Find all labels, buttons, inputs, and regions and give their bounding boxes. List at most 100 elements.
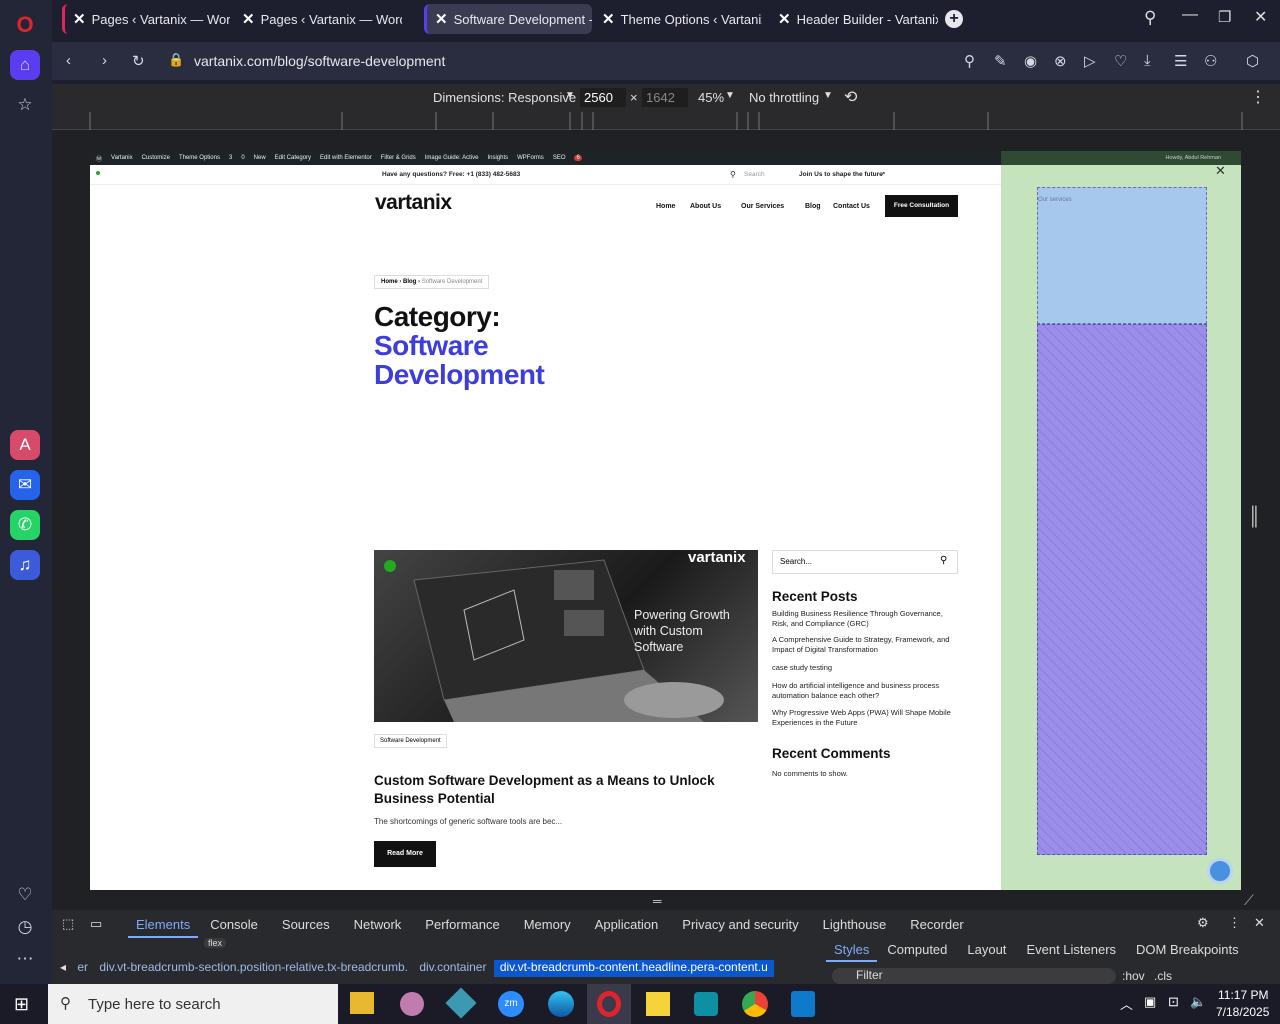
camera-icon[interactable]: ◉	[1024, 52, 1037, 70]
close-panel-icon[interactable]: ✕	[1215, 163, 1226, 179]
messenger-icon[interactable]: ✉	[10, 470, 40, 500]
download-icon[interactable]: ⤓	[1144, 52, 1151, 69]
tab-pages-2[interactable]: ✕ Pages ‹ Vartanix — WordP	[234, 4, 402, 34]
admin-edit-category-link[interactable]: Edit Category	[275, 155, 311, 161]
tab-styles[interactable]: Styles	[826, 942, 878, 962]
tab-layout[interactable]: Layout	[957, 942, 1016, 962]
tray-app-icon[interactable]: ▣	[1144, 994, 1156, 1010]
favorite-icon[interactable]: ♡	[1114, 52, 1127, 70]
windows-start-icon[interactable]: ⊞	[14, 994, 29, 1015]
throttling-select[interactable]: No throttling	[749, 90, 819, 105]
clock-time[interactable]: 11:17 PM	[1218, 988, 1268, 1002]
resize-handle-bottom[interactable]: ═	[653, 894, 662, 908]
admin-theme-options-link[interactable]: Theme Options	[179, 155, 220, 161]
maximize-button[interactable]: ❐	[1218, 8, 1231, 26]
admin-filter-grids-link[interactable]: Filter & Grids	[381, 155, 416, 161]
forward-button[interactable]: ›	[102, 52, 107, 69]
hov-toggle[interactable]: :hov	[1122, 969, 1145, 983]
more-icon[interactable]: ⋯	[10, 944, 40, 974]
app-icon[interactable]	[694, 992, 718, 1016]
zoom-icon[interactable]: ⚲	[964, 52, 975, 70]
recent-post-link[interactable]: Why Progressive Web Apps (PWA) Will Shap…	[772, 708, 958, 728]
recent-post-link[interactable]: A Comprehensive Guide to Strategy, Frame…	[772, 635, 958, 655]
tab-software-development[interactable]: ✕ Software Development - V	[424, 4, 592, 34]
recent-post-link[interactable]: How do artificial intelligence and busin…	[772, 681, 958, 701]
device-toggle-icon[interactable]: ▭	[90, 916, 102, 932]
file-explorer-icon[interactable]	[350, 992, 374, 1014]
admin-howdy[interactable]: Howdy, Abdul Rehman	[1001, 151, 1241, 165]
sticky-notes-icon[interactable]	[646, 992, 670, 1016]
admin-customize-link[interactable]: Customize	[142, 155, 170, 161]
scroll-left-icon[interactable]: ◂	[56, 960, 70, 977]
rotate-icon[interactable]: ⟲	[844, 87, 857, 107]
search-icon[interactable]: ⚲	[730, 170, 736, 179]
post-featured-image[interactable]: vartanix Powering Growth with Custom Sof…	[374, 550, 758, 722]
breadcrumb-blog[interactable]: Blog	[403, 279, 416, 285]
resize-handle-right[interactable]: ║	[1248, 506, 1261, 527]
media-query-ruler[interactable]	[52, 112, 1280, 130]
admin-site-link[interactable]: Vartanix	[111, 155, 133, 161]
inspect-icon[interactable]: ⬚	[62, 916, 74, 932]
opera-logo-icon[interactable]: O	[10, 10, 40, 40]
styles-filter-input[interactable]: Filter	[832, 968, 1116, 984]
heart-icon[interactable]: ♡	[10, 880, 40, 910]
admin-seo-link[interactable]: SEO	[553, 155, 566, 161]
tab-lighthouse[interactable]: Lighthouse	[811, 910, 899, 938]
admin-elementor-link[interactable]: Edit with Elementor	[320, 155, 372, 161]
nav-services[interactable]: Our Services	[741, 203, 784, 210]
tab-elements[interactable]: Elements	[128, 910, 199, 938]
free-consultation-button[interactable]: Free Consultation	[885, 195, 958, 217]
tab-dom-breakpoints[interactable]: DOM Breakpoints	[1126, 942, 1249, 962]
topbar-phone[interactable]: Have any questions? Free: +1 (833) 482-5…	[382, 171, 520, 178]
breadcrumb-home[interactable]: Home	[381, 279, 398, 285]
cls-toggle[interactable]: .cls	[1154, 969, 1172, 983]
tab-performance[interactable]: Performance	[413, 910, 511, 938]
close-window-button[interactable]: ✕	[1254, 7, 1267, 27]
read-more-button[interactable]: Read More	[374, 841, 436, 867]
resize-corner[interactable]: ⟋	[1244, 892, 1254, 909]
admin-insights-link[interactable]: Insights	[487, 155, 508, 161]
nav-about[interactable]: About Us	[690, 203, 721, 210]
zoom-select[interactable]: 45%	[698, 90, 724, 105]
extensions-icon[interactable]: ⬡	[1246, 52, 1259, 70]
tab-header-builder[interactable]: ✕ Header Builder - Vartanix	[770, 4, 938, 34]
minimize-button[interactable]: —	[1182, 6, 1198, 24]
post-tag[interactable]: Software Development	[374, 734, 447, 748]
tab-privacy[interactable]: Privacy and security	[670, 910, 810, 938]
play-icon[interactable]: ▷	[1084, 52, 1096, 70]
nav-contact[interactable]: Contact Us	[833, 203, 870, 210]
clock-date[interactable]: 7/18/2025	[1216, 1005, 1269, 1019]
more-options-icon[interactable]: ⋮	[1250, 87, 1266, 107]
chat-widget-icon[interactable]	[1207, 858, 1233, 884]
tab-theme-options[interactable]: ✕ Theme Options ‹ Vartanix	[594, 4, 762, 34]
recent-post-link[interactable]: case study testing	[772, 663, 958, 673]
home-icon[interactable]: ⌂	[10, 50, 40, 80]
site-logo[interactable]: vartanix	[375, 191, 452, 215]
close-devtools-icon[interactable]: ✕	[1254, 915, 1265, 931]
search-icon[interactable]: ⚲	[940, 555, 947, 566]
tab-recorder[interactable]: Recorder	[898, 910, 975, 938]
back-button[interactable]: ‹	[66, 52, 71, 69]
admin-comments-count[interactable]: 0	[241, 155, 244, 161]
app-icon[interactable]	[400, 992, 424, 1016]
settings-icon[interactable]: ⚙	[1197, 915, 1209, 931]
dom-crumb[interactable]: er	[73, 960, 92, 977]
topbar-join-link[interactable]: Join Us to shape the future	[799, 171, 883, 178]
tab-sources[interactable]: Sources	[270, 910, 342, 938]
tray-expand-icon[interactable]: ︿	[1120, 994, 1133, 1013]
profile-icon[interactable]: ⚇	[1204, 52, 1217, 70]
dom-crumb-selected[interactable]: div.vt-breadcrumb-content.headline.pera-…	[493, 960, 774, 977]
adblock-icon[interactable]: ⊗	[1054, 52, 1067, 70]
opera-icon[interactable]	[597, 991, 621, 1017]
new-tab-button[interactable]: +	[945, 10, 963, 28]
network-icon[interactable]: ⊡	[1168, 994, 1179, 1010]
flex-badge[interactable]: flex	[204, 938, 227, 948]
tab-event-listeners[interactable]: Event Listeners	[1016, 942, 1126, 962]
dom-crumb[interactable]: div.vt-breadcrumb-section.position-relat…	[95, 960, 412, 977]
tab-pages-1[interactable]: ✕Pages ‹ Vartanix — WordP	[62, 4, 230, 34]
chrome-icon[interactable]	[742, 991, 768, 1017]
taskbar-search[interactable]: ⚲ Type here to search	[48, 984, 338, 1024]
whatsapp-icon[interactable]: ✆	[10, 510, 40, 540]
tab-memory[interactable]: Memory	[512, 910, 583, 938]
player-icon[interactable]: ♫	[10, 550, 40, 580]
